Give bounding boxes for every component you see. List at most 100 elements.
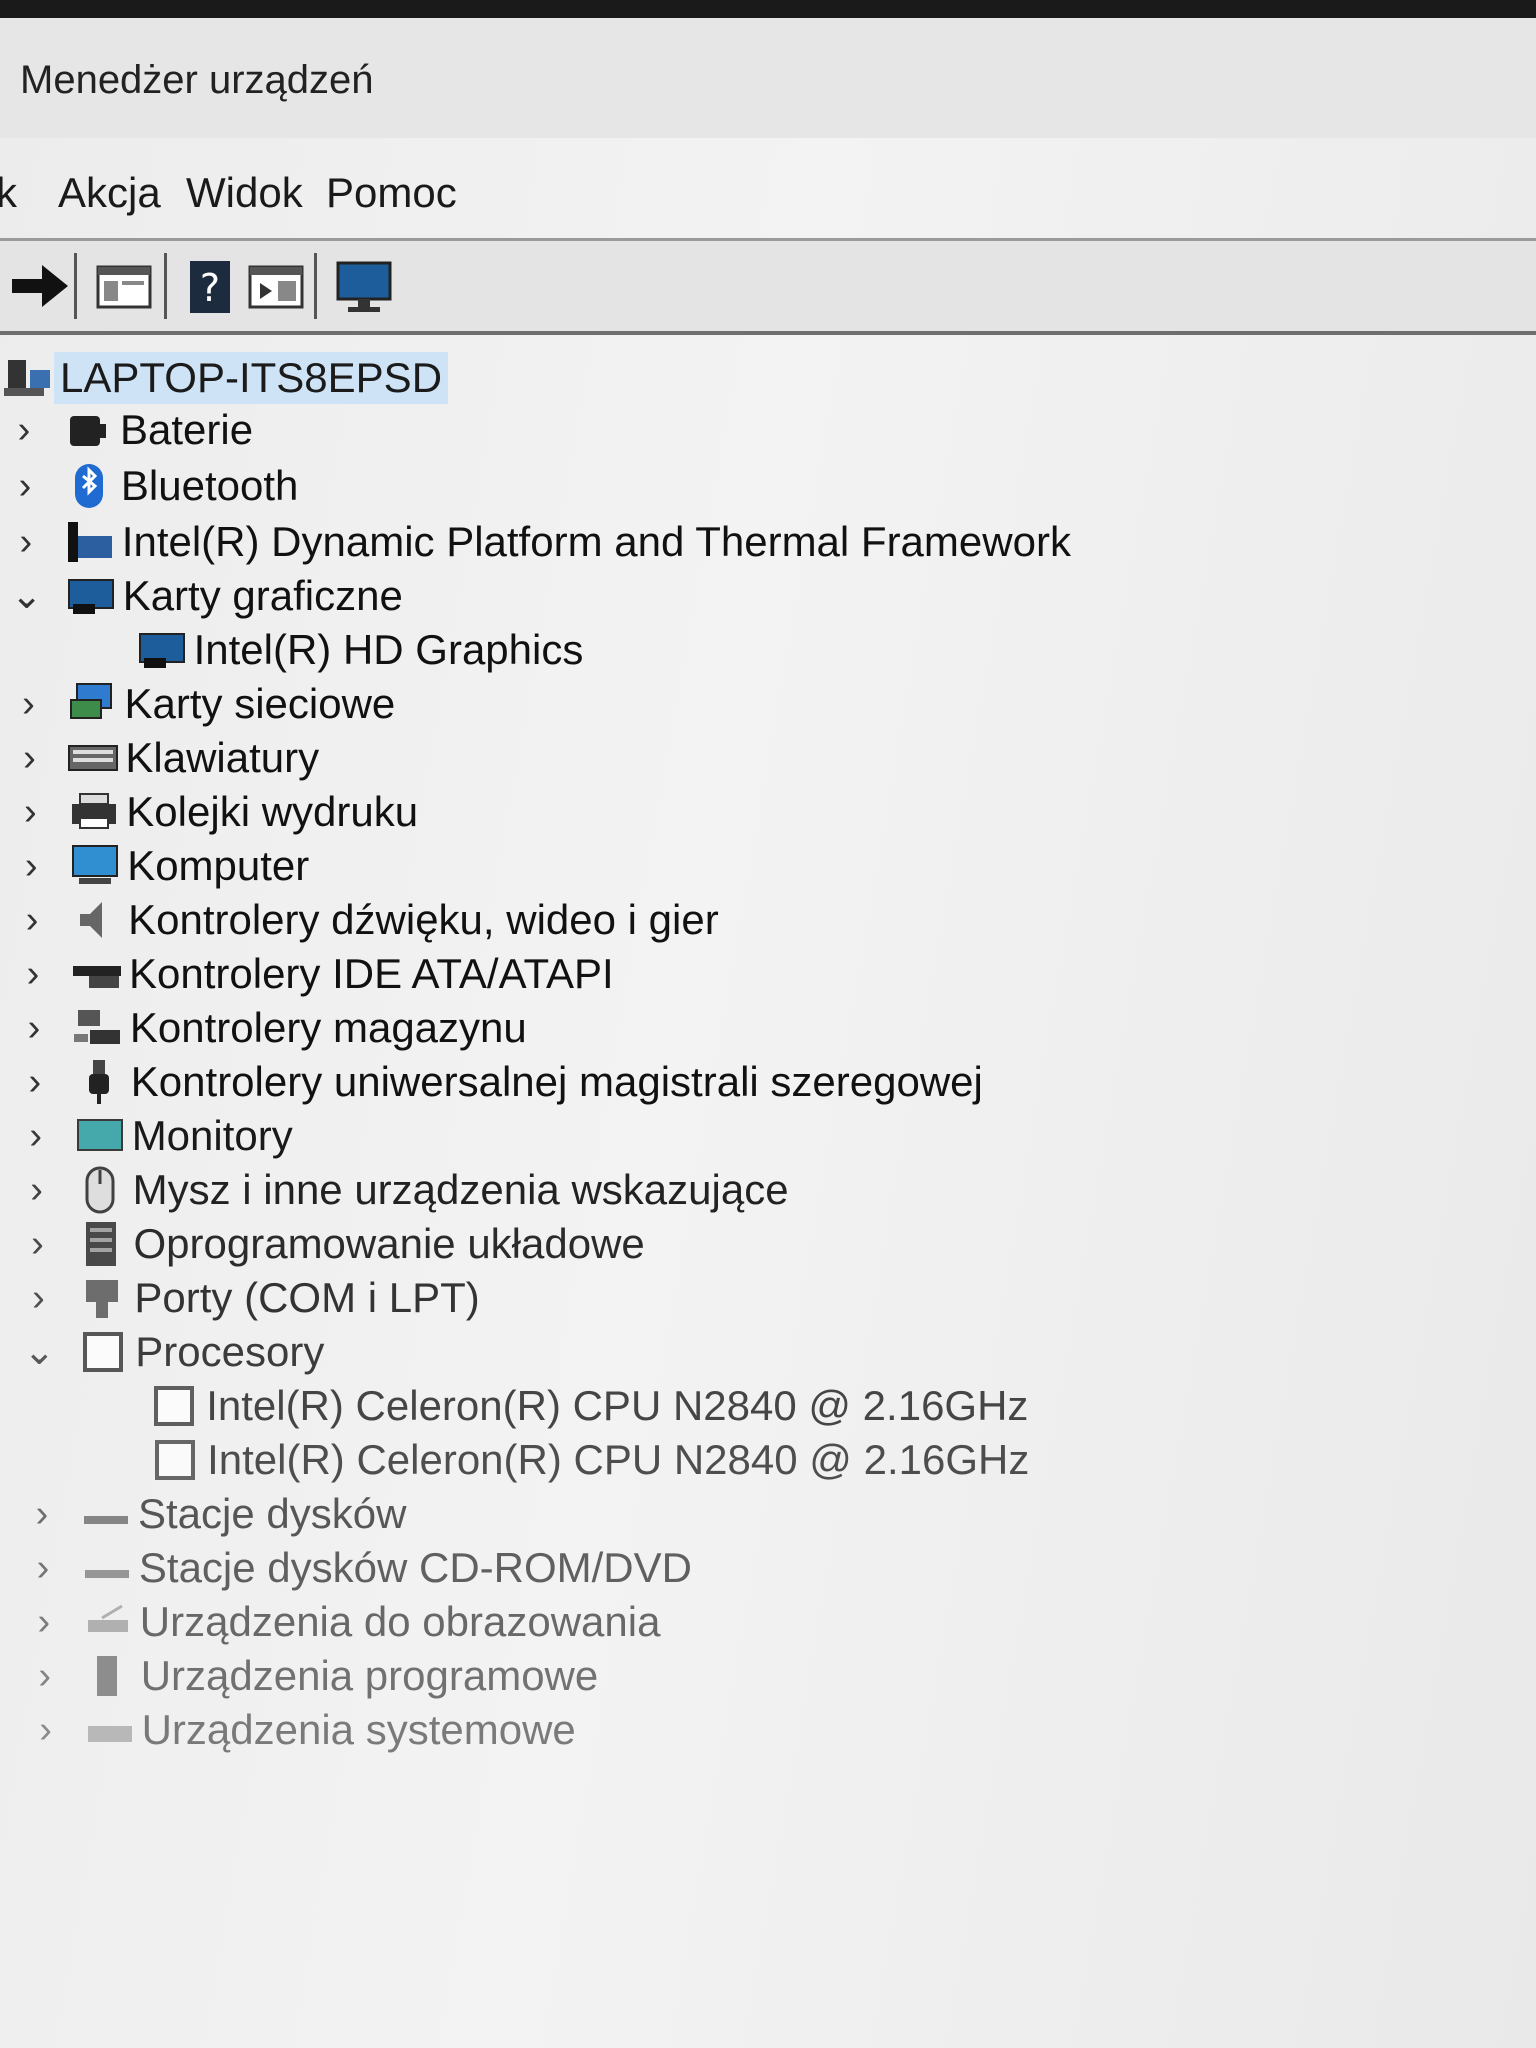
tree-category-item[interactable]: › Monitory <box>0 1106 1536 1166</box>
chevron-right-icon[interactable]: › <box>18 1114 54 1158</box>
menu-bar: k Akcja Widok Pomoc <box>0 153 1536 233</box>
view-icon[interactable] <box>244 257 308 315</box>
chevron-right-icon[interactable]: › <box>15 952 51 996</box>
tree-category-item[interactable]: › Mysz i inne urządzenia wskazujące <box>0 1160 1536 1220</box>
tree-category-item[interactable]: › Intel(R) Dynamic Platform and Thermal F… <box>0 512 1536 572</box>
chevron-right-icon[interactable]: › <box>20 1276 56 1320</box>
tree-item-label: Stacje dysków <box>138 1490 407 1537</box>
tree-item-label: Karty sieciowe <box>124 680 396 727</box>
disk-drive-icon <box>80 1490 132 1538</box>
tree-item-label: Kontrolery dźwięku, wideo i gier <box>128 896 719 943</box>
chevron-right-icon[interactable]: › <box>7 464 43 508</box>
tree-root[interactable]: LAPTOP-ITS8EPSD <box>0 348 1536 408</box>
tree-category-item[interactable]: ⌄ Karty graficzne <box>0 566 1536 626</box>
tree-category-item[interactable]: › Kontrolery IDE ATA/ATAPI <box>0 944 1536 1004</box>
tree-category-item[interactable]: ⌄ Procesory <box>0 1322 1536 1382</box>
computer-icon <box>2 354 54 402</box>
display-adapter-icon <box>65 572 117 620</box>
tree-category-item[interactable]: › Kontrolery magazynu <box>0 998 1536 1058</box>
tree-item-label: Urządzenia do obrazowania <box>139 1598 661 1645</box>
monitor-icon <box>74 1112 126 1160</box>
menu-view[interactable]: Widok <box>186 169 303 217</box>
tree-category-item[interactable]: › Oprogramowanie układowe <box>0 1214 1536 1274</box>
tree-root-label: LAPTOP-ITS8EPSD <box>54 352 449 404</box>
window-title: Menedżer urządzeń <box>20 58 374 102</box>
printer-icon <box>68 788 120 836</box>
tree-item-label: Intel(R) HD Graphics <box>193 626 584 673</box>
chevron-right-icon[interactable]: › <box>11 682 47 726</box>
tree-item-label: Porty (COM i LPT) <box>134 1274 480 1321</box>
chevron-right-icon[interactable]: › <box>13 844 49 888</box>
computer-icon <box>69 842 121 890</box>
chevron-right-icon[interactable]: › <box>8 520 44 564</box>
chevron-right-icon[interactable]: › <box>12 790 48 834</box>
tree-item-label: Kolejki wydruku <box>126 788 419 835</box>
chevron-right-icon[interactable]: › <box>24 1492 60 1536</box>
tree-category-item[interactable]: › Urządzenia do obrazowania <box>0 1592 1536 1652</box>
system-device-icon <box>84 1706 136 1754</box>
chevron-right-icon[interactable]: › <box>27 1654 63 1698</box>
chevron-right-icon[interactable]: › <box>16 1006 52 1050</box>
toolbar-separator <box>74 253 77 319</box>
tree-category-item[interactable]: › Porty (COM i LPT) <box>0 1268 1536 1328</box>
tree-item-label: Mysz i inne urządzenia wskazujące <box>132 1166 789 1213</box>
network-adapter-icon <box>67 680 119 728</box>
chevron-right-icon[interactable]: › <box>28 1708 64 1752</box>
menu-action[interactable]: Akcja <box>58 169 161 217</box>
tree-item-label: Intel(R) Celeron(R) CPU N2840 @ 2.16GHz <box>207 1436 1030 1483</box>
toolbar: ? <box>0 238 1536 335</box>
bluetooth-icon <box>63 462 115 510</box>
keyboard-icon <box>67 734 119 782</box>
forward-arrow-icon[interactable] <box>8 257 72 315</box>
tree-child-item[interactable]: Intel(R) Celeron(R) CPU N2840 @ 2.16GHz <box>0 1430 1536 1490</box>
tree-child-item[interactable]: Intel(R) Celeron(R) CPU N2840 @ 2.16GHz <box>0 1376 1536 1436</box>
chevron-down-icon[interactable]: ⌄ <box>21 1330 57 1374</box>
chevron-down-icon[interactable]: ⌄ <box>9 574 45 618</box>
chevron-right-icon[interactable]: › <box>19 1168 55 1212</box>
tree-category-item[interactable]: › Kontrolery dźwięku, wideo i gier <box>0 890 1536 950</box>
cdrom-icon <box>81 1544 133 1592</box>
software-device-icon <box>83 1652 135 1700</box>
title-bar: Menedżer urządzeń <box>0 18 1536 138</box>
chevron-right-icon[interactable]: › <box>14 898 50 942</box>
tree-category-item[interactable]: › Bluetooth <box>0 456 1536 516</box>
tree-category-item[interactable]: › Karty sieciowe <box>0 674 1536 734</box>
processor-icon <box>148 1382 200 1430</box>
storage-controller-icon <box>72 1004 124 1052</box>
monitor-icon[interactable] <box>332 257 396 315</box>
thermal-icon <box>64 518 116 566</box>
tree-category-item[interactable]: › Baterie <box>0 400 1536 460</box>
chevron-right-icon[interactable]: › <box>6 408 42 452</box>
tree-category-item[interactable]: › Urządzenia programowe <box>0 1646 1536 1706</box>
tree-item-label: Urządzenia systemowe <box>141 1706 576 1753</box>
processor-icon <box>77 1328 129 1376</box>
chevron-right-icon[interactable]: › <box>25 1546 61 1590</box>
tree-item-label: Klawiatury <box>125 734 320 781</box>
tree-category-item[interactable]: › Stacje dysków CD-ROM/DVD <box>0 1538 1536 1598</box>
tree-category-item[interactable]: › Kolejki wydruku <box>0 782 1536 842</box>
display-adapter-icon <box>136 626 188 674</box>
tree-category-item[interactable]: › Komputer <box>0 836 1536 896</box>
imaging-icon <box>82 1598 134 1646</box>
menu-file[interactable]: k <box>0 169 17 217</box>
tree-child-item[interactable]: Intel(R) HD Graphics <box>0 620 1536 680</box>
tree-item-label: Kontrolery IDE ATA/ATAPI <box>129 950 614 997</box>
tree-category-item[interactable]: › Stacje dysków <box>0 1484 1536 1544</box>
tree-item-label: Intel(R) Dynamic Platform and Thermal Fr… <box>121 518 1071 565</box>
help-icon[interactable]: ? <box>180 257 244 315</box>
tree-category-item[interactable]: › Kontrolery uniwersalnej magistrali szer… <box>0 1052 1536 1112</box>
tree-item-label: Stacje dysków CD-ROM/DVD <box>138 1544 692 1591</box>
tree-item-label: Monitory <box>131 1112 293 1159</box>
firmware-icon <box>76 1220 128 1268</box>
chevron-right-icon[interactable]: › <box>17 1060 53 1104</box>
battery-icon <box>62 406 114 454</box>
chevron-right-icon[interactable]: › <box>11 736 47 780</box>
chevron-right-icon[interactable]: › <box>26 1600 62 1644</box>
tree-category-item[interactable]: › Klawiatury <box>0 728 1536 788</box>
menu-help[interactable]: Pomoc <box>326 169 457 217</box>
tree-category-item[interactable]: › Urządzenia systemowe <box>0 1700 1536 1760</box>
properties-icon[interactable] <box>92 257 156 315</box>
speaker-icon <box>70 896 122 944</box>
chevron-right-icon[interactable]: › <box>20 1222 56 1266</box>
mouse-icon <box>75 1166 127 1214</box>
